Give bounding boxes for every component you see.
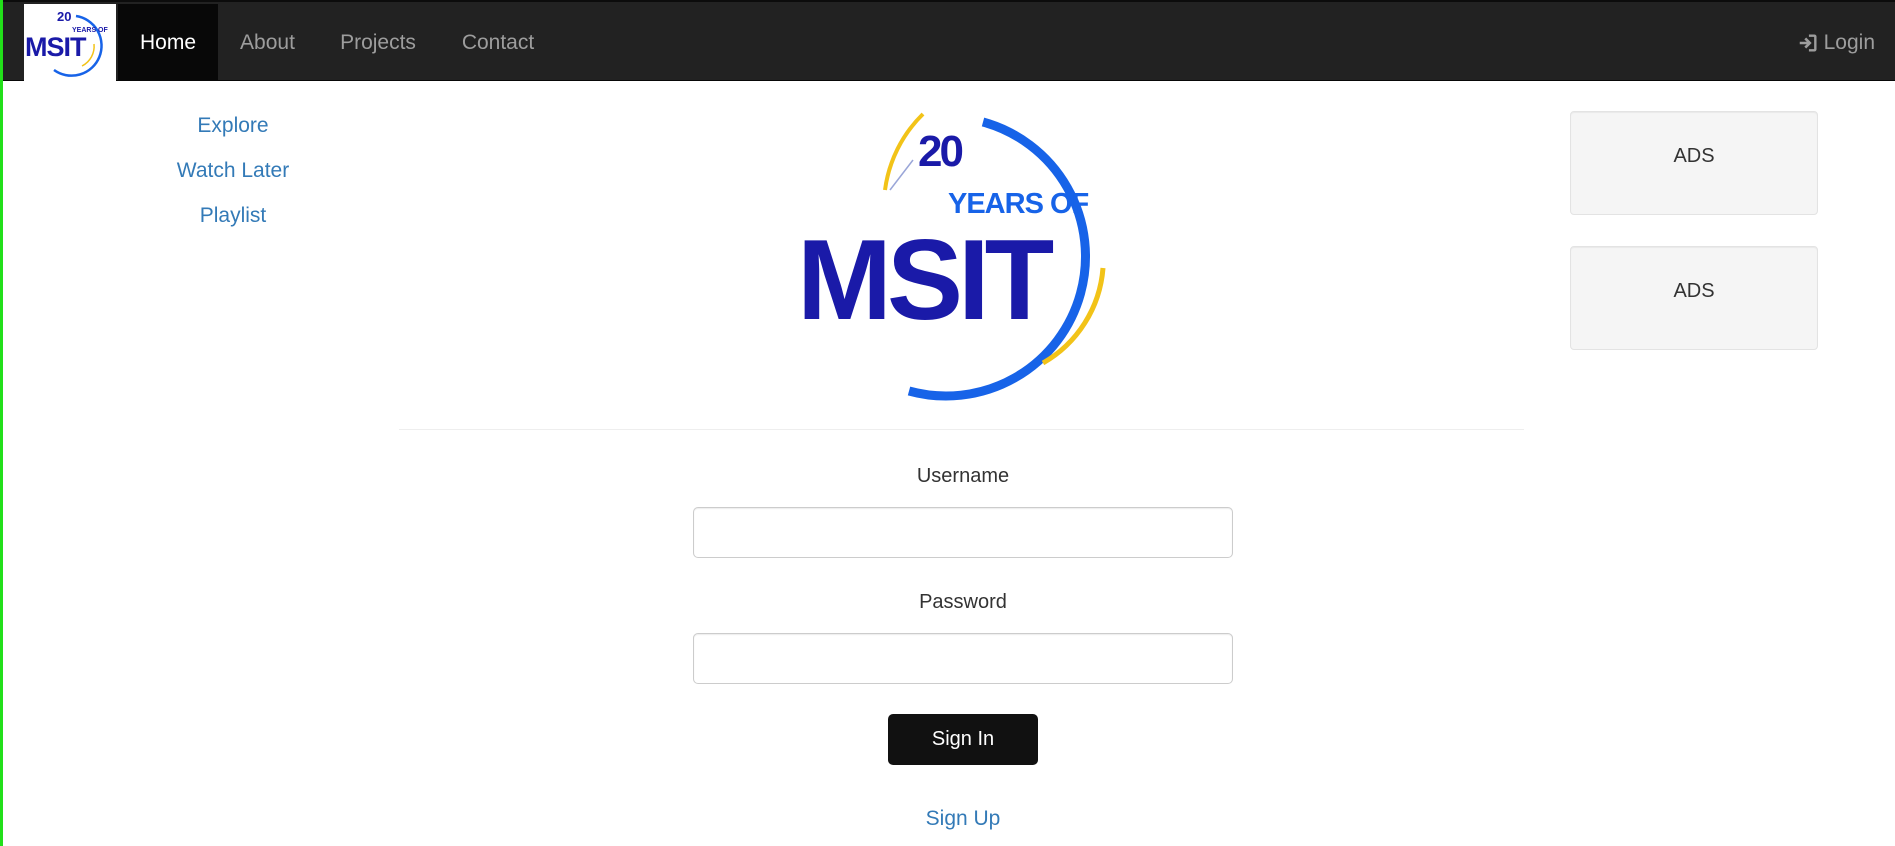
password-field[interactable] (693, 633, 1233, 684)
logo-tagline: YEARS OF (948, 188, 1089, 220)
sign-in-button[interactable]: Sign In (888, 714, 1038, 765)
sidebar-link-playlist[interactable]: Playlist (123, 200, 343, 245)
logo-number: 20 (918, 127, 962, 176)
section-divider (399, 429, 1524, 430)
sidebar-link-watch-later[interactable]: Watch Later (123, 155, 343, 200)
brand-logo[interactable]: 20 YEARS OF MSIT (24, 4, 116, 82)
sidebar-link-explore[interactable]: Explore (123, 110, 343, 155)
sign-up-link[interactable]: Sign Up (863, 807, 1063, 831)
top-navbar: 20 YEARS OF MSIT Home About Projects Con… (3, 0, 1895, 82)
brand-wordmark: MSIT (25, 32, 87, 62)
main-logo: 20 YEARS OF MSIT (797, 112, 1106, 401)
password-label: Password (919, 591, 1007, 613)
ad-panel[interactable]: ADS (1570, 111, 1818, 215)
login-link[interactable]: Login (1797, 4, 1875, 81)
left-sidebar: Explore Watch Later Playlist (123, 110, 343, 245)
nav-projects[interactable]: Projects (323, 4, 433, 81)
logo-wordmark: MSIT (797, 217, 1054, 344)
nav-contact[interactable]: Contact (443, 4, 553, 81)
username-label: Username (916, 465, 1010, 487)
msit-logo-icon: 20 YEARS OF MSIT (25, 9, 109, 77)
nav-home[interactable]: Home (118, 4, 218, 81)
nav-about[interactable]: About (221, 4, 314, 81)
login-icon (1799, 33, 1817, 52)
username-field[interactable] (693, 507, 1233, 558)
ad-panel[interactable]: ADS (1570, 246, 1818, 350)
brand-number: 20 (57, 9, 71, 24)
login-label: Login (1823, 31, 1875, 54)
